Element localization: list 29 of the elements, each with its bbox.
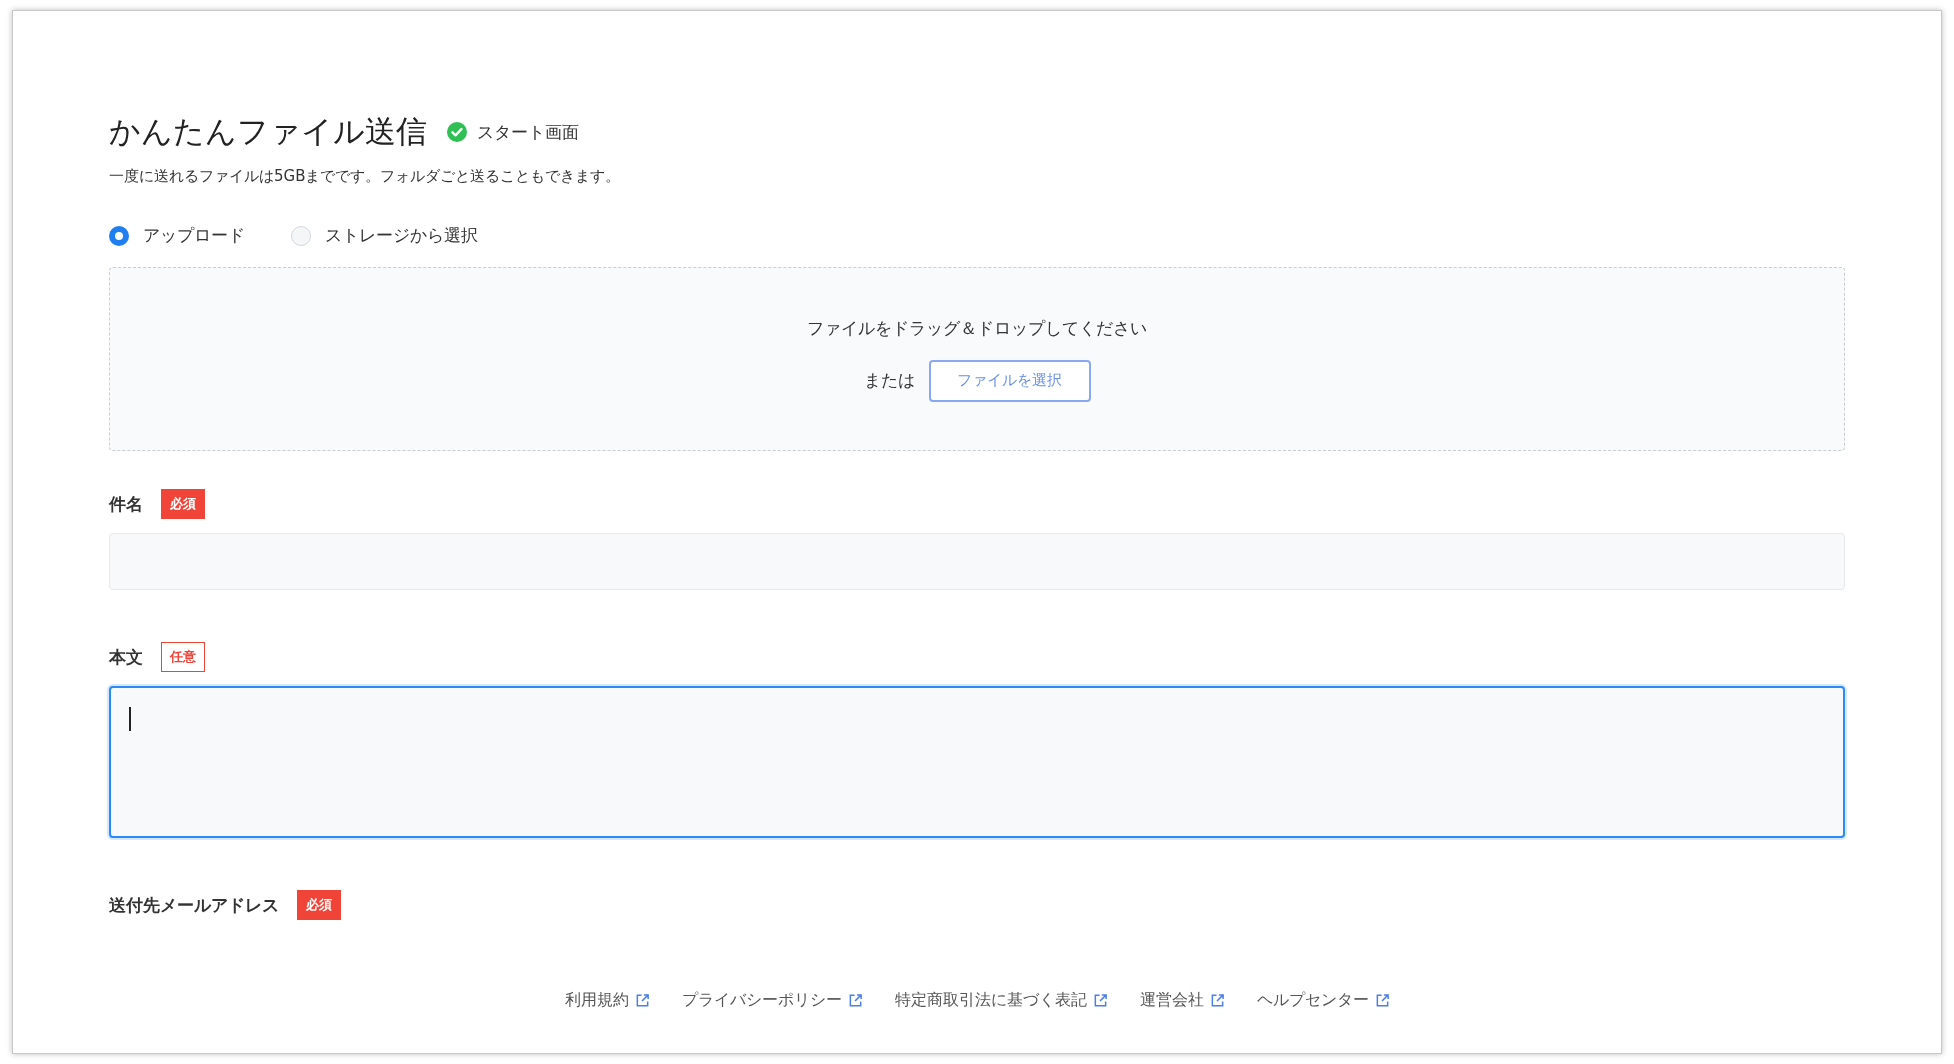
- footer-link[interactable]: 運営会社: [1139, 990, 1225, 1011]
- footer-link[interactable]: 特定商取引法に基づく表記: [894, 990, 1108, 1011]
- file-drop-zone[interactable]: ファイルをドラッグ＆ドロップしてください または ファイルを選択: [109, 267, 1845, 451]
- body-text-area[interactable]: [109, 686, 1845, 838]
- source-radio-option[interactable]: アップロード: [109, 224, 245, 247]
- subject-input-field[interactable]: [109, 533, 1845, 590]
- optional-badge: 任意: [161, 642, 205, 672]
- radio-label: ストレージから選択: [325, 224, 478, 247]
- external-link-icon: [634, 993, 650, 1008]
- required-badge: 必須: [161, 489, 205, 519]
- field-label: 本文: [109, 645, 143, 669]
- status-label: スタート画面: [477, 120, 579, 144]
- footer-link[interactable]: ヘルプセンター: [1256, 990, 1390, 1011]
- description-text: 一度に送れるファイルは5GBまでです。フォルダごと送ることもできます。: [109, 167, 622, 186]
- radio-label: アップロード: [143, 224, 245, 247]
- source-radio-option[interactable]: ストレージから選択: [291, 224, 478, 247]
- field-label: 送付先メールアドレス: [109, 893, 279, 917]
- required-badge: 必須: [297, 890, 341, 920]
- footer-link[interactable]: プライバシーポリシー: [681, 990, 863, 1011]
- drop-message: ファイルをドラッグ＆ドロップしてください: [807, 316, 1147, 340]
- text-cursor: [129, 707, 131, 731]
- external-link-icon: [847, 993, 863, 1008]
- footer-link[interactable]: 利用規約: [564, 990, 650, 1011]
- external-link-icon: [1374, 993, 1390, 1008]
- external-link-icon: [1209, 993, 1225, 1008]
- page-title: かんたんファイル送信: [109, 112, 427, 151]
- external-link-icon: [1092, 993, 1108, 1008]
- field-label: 件名: [109, 492, 143, 516]
- or-text: または: [863, 369, 915, 392]
